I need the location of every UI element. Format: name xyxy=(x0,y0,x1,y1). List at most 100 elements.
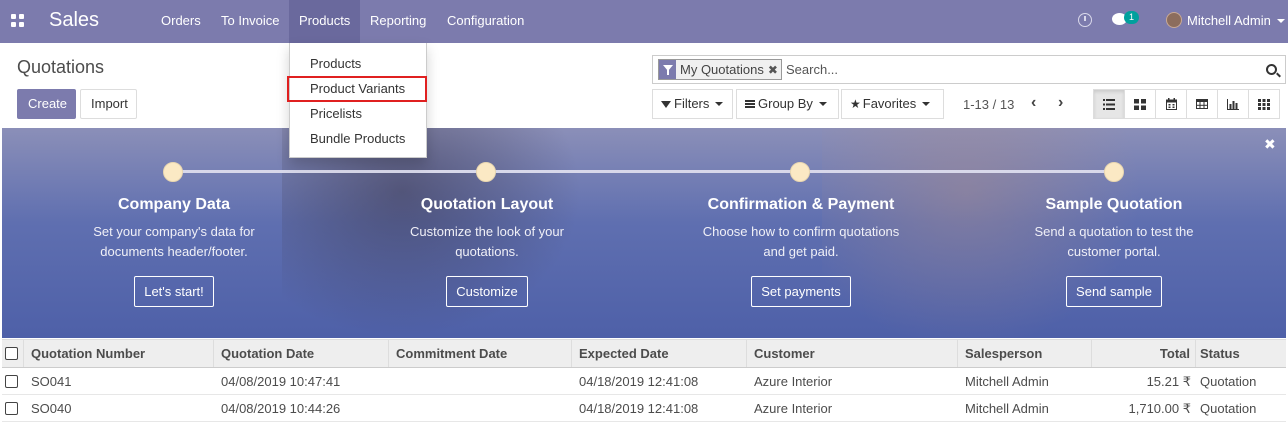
dropdown-item-products[interactable]: Products xyxy=(290,51,426,76)
activities-clock-icon[interactable] xyxy=(1078,13,1092,27)
pager-previous-icon[interactable]: ‹ xyxy=(1031,95,1041,113)
cell-total: 15.21 ₹ xyxy=(1146,374,1191,389)
pager-value[interactable]: 1-13 / 13 xyxy=(963,97,1014,112)
top-navbar: Sales Orders To Invoice Products Reporti… xyxy=(0,0,1288,43)
onboarding-step-confirmation-payment: Confirmation & Payment Choose how to con… xyxy=(661,196,941,307)
column-header-customer[interactable]: Customer xyxy=(747,340,958,367)
row-checkbox[interactable] xyxy=(5,375,18,388)
list-view-icon xyxy=(1103,98,1115,110)
filters-label: Filters xyxy=(674,96,710,111)
facet-label: My Quotations xyxy=(680,62,764,77)
dropdown-item-product-variants[interactable]: Product Variants xyxy=(287,76,427,102)
step-desc-line: Customize the look of your xyxy=(410,224,564,239)
caret-down-icon xyxy=(715,102,724,106)
step-dot xyxy=(790,162,810,182)
menu-configuration[interactable]: Configuration xyxy=(437,0,534,43)
facet-remove-icon[interactable]: ✖ xyxy=(768,63,781,77)
step-desc-line: quotations. xyxy=(455,244,519,259)
grid-icon xyxy=(1258,98,1270,110)
user-avatar[interactable] xyxy=(1166,12,1182,28)
column-header-salesperson[interactable]: Salesperson xyxy=(958,340,1092,367)
calendar-view-button[interactable] xyxy=(1155,89,1187,119)
search-icon[interactable] xyxy=(1266,64,1277,75)
grid-view-button[interactable] xyxy=(1248,89,1280,119)
row-checkbox[interactable] xyxy=(5,402,18,415)
groupby-dropdown-button[interactable]: Group By xyxy=(736,89,839,119)
step-title: Company Data xyxy=(117,196,231,213)
import-button[interactable]: Import xyxy=(80,89,137,119)
step-desc-line: Set your company's data for xyxy=(93,224,255,239)
step-dot xyxy=(163,162,183,182)
step-description: Set your company's data for documents he… xyxy=(34,222,314,262)
table-row[interactable]: SO040 04/08/2019 10:44:26 04/18/2019 12:… xyxy=(2,395,1286,422)
filter-icon xyxy=(661,101,671,108)
highlight-box xyxy=(287,76,427,102)
star-icon: ★ xyxy=(850,97,861,111)
step-dot xyxy=(1104,162,1124,182)
set-payments-button[interactable]: Set payments xyxy=(751,276,851,307)
calendar-icon xyxy=(1165,98,1177,110)
dropdown-item-bundle-products[interactable]: Bundle Products xyxy=(290,126,426,151)
column-header-status[interactable]: Status xyxy=(1196,340,1286,367)
quotations-table: Quotation Number Quotation Date Commitme… xyxy=(2,339,1286,422)
breadcrumb: Quotations xyxy=(17,57,105,77)
send-sample-button[interactable]: Send sample xyxy=(1066,276,1162,307)
cell-expected-date: 04/18/2019 12:41:08 xyxy=(579,401,699,416)
step-title: Quotation Layout xyxy=(420,196,554,213)
chat-unread-badge: 1 xyxy=(1124,11,1140,24)
search-input[interactable] xyxy=(786,59,1256,80)
cell-commitment-date xyxy=(389,395,572,421)
list-view-button[interactable] xyxy=(1093,89,1125,119)
menu-products[interactable]: Products xyxy=(289,0,361,43)
close-icon[interactable]: ✖ xyxy=(1264,136,1276,153)
cell-quotation-date: 04/08/2019 10:44:26 xyxy=(221,401,341,416)
table-row[interactable]: SO041 04/08/2019 10:47:41 04/18/2019 12:… xyxy=(2,368,1286,395)
caret-down-icon xyxy=(818,102,827,106)
cell-quotation-number: SO041 xyxy=(31,374,72,389)
dropdown-item-pricelists[interactable]: Pricelists xyxy=(290,101,426,126)
user-menu-caret-icon[interactable] xyxy=(1277,19,1285,23)
menu-orders[interactable]: Orders xyxy=(151,0,211,43)
cell-salesperson: Mitchell Admin xyxy=(965,401,1049,416)
step-desc-line: documents header/footer. xyxy=(100,244,248,259)
pivot-view-button[interactable] xyxy=(1186,89,1218,119)
column-header-quotation-date[interactable]: Quotation Date xyxy=(214,340,389,367)
bars-icon xyxy=(745,100,755,108)
cell-expected-date: 04/18/2019 12:41:08 xyxy=(579,374,699,389)
cell-status: Quotation xyxy=(1200,401,1257,416)
user-menu-name[interactable]: Mitchell Admin xyxy=(1187,13,1271,28)
column-header-total[interactable]: Total xyxy=(1092,340,1196,367)
kanban-view-button[interactable] xyxy=(1124,89,1156,119)
step-desc-line: and get paid. xyxy=(763,244,839,259)
step-desc-line: Send a quotation to test the xyxy=(1034,224,1194,239)
menu-to-invoice[interactable]: To Invoice xyxy=(211,0,290,43)
filter-icon xyxy=(659,60,676,79)
onboarding-step-company-data: Company Data Set your company's data for… xyxy=(34,196,314,307)
customize-button[interactable]: Customize xyxy=(446,276,528,307)
onboarding-banner: ✖ Company Data Set your company's data f… xyxy=(2,128,1286,338)
app-name: Sales xyxy=(49,9,100,31)
column-header-commitment-date[interactable]: Commitment Date xyxy=(389,340,572,367)
graph-view-button[interactable] xyxy=(1217,89,1249,119)
favorites-dropdown-button[interactable]: ★ Favorites xyxy=(841,89,944,119)
select-all-cell xyxy=(2,340,24,367)
menu-reporting[interactable]: Reporting xyxy=(360,0,436,43)
cell-quotation-date: 04/08/2019 10:47:41 xyxy=(221,374,341,389)
filters-dropdown-button[interactable]: Filters xyxy=(652,89,733,119)
onboarding-progress-line xyxy=(174,170,1114,173)
favorites-label: Favorites xyxy=(862,96,917,111)
column-header-expected-date[interactable]: Expected Date xyxy=(572,340,747,367)
pager-next-icon[interactable]: › xyxy=(1058,95,1068,113)
select-all-checkbox[interactable] xyxy=(5,347,18,360)
column-header-quotation-number[interactable]: Quotation Number xyxy=(24,340,214,367)
cell-status: Quotation xyxy=(1200,374,1257,389)
groupby-label: Group By xyxy=(758,96,813,111)
cell-salesperson: Mitchell Admin xyxy=(965,374,1049,389)
row-select-cell xyxy=(2,395,24,421)
apps-menu-icon[interactable] xyxy=(11,14,24,27)
step-dot xyxy=(476,162,496,182)
onboarding-step-quotation-layout: Quotation Layout Customize the look of y… xyxy=(347,196,627,307)
create-button[interactable]: Create xyxy=(17,89,76,119)
row-select-cell xyxy=(2,368,24,394)
lets-start-button[interactable]: Let's start! xyxy=(134,276,214,307)
